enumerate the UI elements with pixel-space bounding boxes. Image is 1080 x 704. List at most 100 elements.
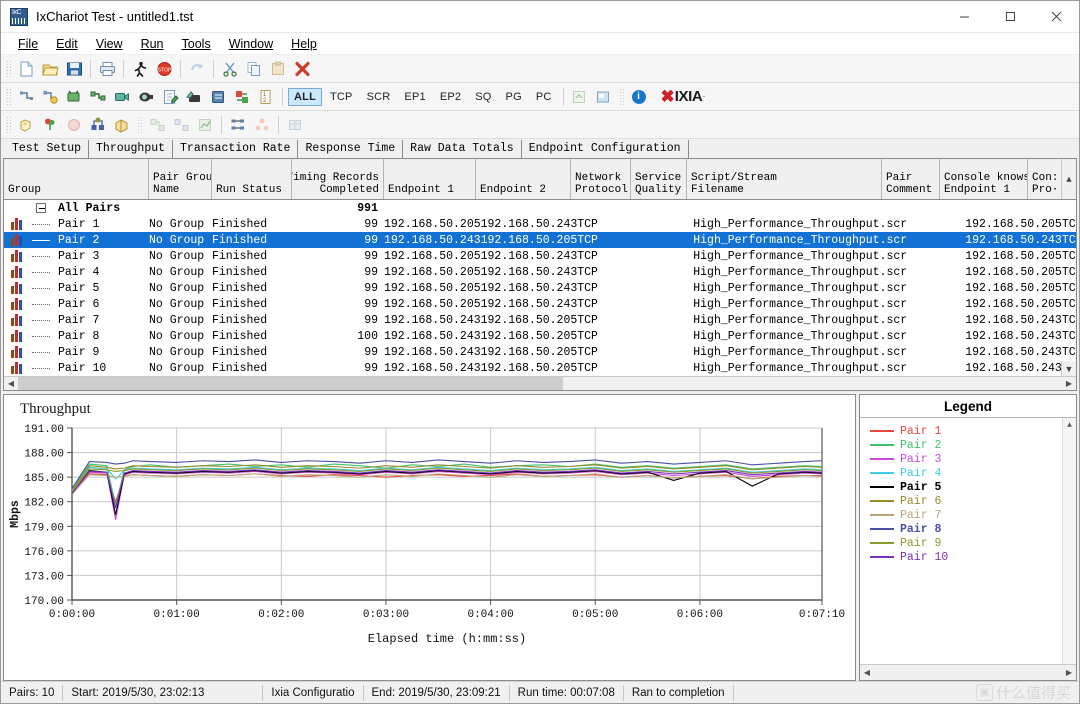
add-voip-pair-icon[interactable] — [134, 85, 158, 109]
import-icon[interactable] — [592, 85, 616, 109]
add-pair-icon[interactable] — [14, 85, 38, 109]
col-header-run-status[interactable]: Run Status — [212, 159, 292, 199]
col-header-pair-group-name[interactable]: Pair Group Name — [149, 159, 212, 199]
hscroll-track[interactable] — [18, 377, 1062, 390]
tree-view-icon[interactable] — [226, 113, 250, 137]
menu-edit[interactable]: Edit — [47, 35, 87, 53]
legend-item[interactable]: Pair 7 — [870, 508, 1076, 522]
table-row[interactable]: Pair 3 No Group Finished 99 192.168.50.205 19… — [4, 248, 1076, 264]
col-header-network-protocol[interactable]: Network Protocol — [571, 159, 631, 199]
legend-item[interactable]: Pair 2 — [870, 438, 1076, 452]
col-header-timing-records[interactable]: Timing Records Completed — [292, 159, 384, 199]
table-row[interactable]: Pair 1 No Group Finished 99 192.168.50.205 19… — [4, 216, 1076, 232]
col-header-endpoint-2[interactable]: Endpoint 2 — [476, 159, 571, 199]
add-video-pair-icon[interactable] — [110, 85, 134, 109]
legend-item[interactable]: Pair 8 — [870, 522, 1076, 536]
save-disk-icon[interactable] — [62, 57, 86, 81]
legend-item[interactable]: Pair 4 — [870, 466, 1076, 480]
legend-scroll-left-arrow[interactable]: ◀ — [860, 668, 874, 677]
toolbar-grip[interactable] — [6, 87, 11, 106]
toolbar-grip[interactable] — [6, 115, 11, 134]
table-row[interactable]: Pair 9 No Group Finished 99 192.168.50.243 19… — [4, 344, 1076, 360]
run-test-icon[interactable] — [128, 57, 152, 81]
info-icon[interactable]: i — [627, 85, 651, 109]
menu-run[interactable]: Run — [132, 35, 173, 53]
chart-icon3[interactable] — [193, 113, 217, 137]
menu-file[interactable]: File — [9, 35, 47, 53]
col-header-group[interactable]: Group — [4, 159, 149, 199]
add-multicast-pair-icon[interactable] — [62, 85, 86, 109]
filter-pg[interactable]: PG — [500, 88, 528, 106]
menu-tools[interactable]: Tools — [173, 35, 220, 53]
tab-throughput[interactable]: Throughput — [89, 140, 174, 158]
open-folder-icon[interactable] — [38, 57, 62, 81]
table-row[interactable]: Pair 7 No Group Finished 99 192.168.50.243 19… — [4, 312, 1076, 328]
legend-item[interactable]: Pair 6 — [870, 494, 1076, 508]
col-header-service-quality[interactable]: Service Quality — [631, 159, 687, 199]
table-row[interactable]: Pair 6 No Group Finished 99 192.168.50.205 19… — [4, 296, 1076, 312]
table-row[interactable]: Pair 5 No Group Finished 99 192.168.50.205 19… — [4, 280, 1076, 296]
table-scroll-down-button[interactable]: ▼ — [1061, 361, 1076, 376]
refresh-icon[interactable] — [185, 57, 209, 81]
paste-icon[interactable] — [266, 57, 290, 81]
menu-view[interactable]: View — [87, 35, 132, 53]
legend-item[interactable]: Pair 1 — [870, 424, 1076, 438]
tab-response-time[interactable]: Response Time — [298, 140, 404, 158]
table-row[interactable]: Pair 2 No Group Finished 99 192.168.50.243 19… — [4, 232, 1076, 248]
filter-tcp[interactable]: TCP — [324, 88, 359, 106]
col-header-console-knows-endpoint-1[interactable]: Console knows Endpoint 1 — [940, 159, 1028, 199]
filter-all[interactable]: ALL — [288, 87, 322, 106]
legend-scrollbar[interactable]: ▲ — [1062, 418, 1076, 664]
cut-scissors-icon[interactable] — [218, 57, 242, 81]
hscroll-thumb[interactable] — [18, 377, 563, 390]
chart-icon1[interactable] — [145, 113, 169, 137]
tab-endpoint-configuration[interactable]: Endpoint Configuration — [521, 140, 689, 158]
legend-item[interactable]: Pair 5 — [870, 480, 1076, 494]
numbering-icon[interactable]: 12 — [254, 85, 278, 109]
add-multicast-group-icon[interactable] — [86, 85, 110, 109]
filter-scr[interactable]: SCR — [361, 88, 397, 106]
table-row[interactable]: Pair 4 No Group Finished 99 192.168.50.205 19… — [4, 264, 1076, 280]
table-row[interactable]: Pair 10 No Group Finished 99 192.168.50.243 1… — [4, 360, 1076, 376]
legend-item[interactable]: Pair 3 — [870, 452, 1076, 466]
edit-stream-icon[interactable] — [206, 85, 230, 109]
stop-test-icon[interactable]: STOP — [152, 57, 176, 81]
hscroll-right-arrow[interactable]: ▶ — [1062, 377, 1076, 390]
legend-scroll-right-arrow[interactable]: ▶ — [1062, 668, 1076, 677]
add-pair-group-icon[interactable] — [38, 85, 62, 109]
table-scroll-up-button[interactable]: ▲ — [1061, 159, 1076, 199]
col-header-script-stream-filename[interactable]: Script/Stream Filename — [687, 159, 882, 199]
edit-pair-icon[interactable] — [158, 85, 182, 109]
delete-x-icon[interactable] — [290, 57, 314, 81]
legend-scroll-up-arrow[interactable]: ▲ — [1063, 418, 1076, 432]
setup-api-icon[interactable] — [86, 113, 110, 137]
hierarchy-icon[interactable] — [250, 113, 274, 137]
minimize-button[interactable] — [941, 1, 987, 33]
table-row[interactable]: Pair 8 No Group Finished 100 192.168.50.243 1… — [4, 328, 1076, 344]
legend-item[interactable]: Pair 10 — [870, 550, 1076, 564]
validate-icon[interactable] — [38, 113, 62, 137]
throughput-chart[interactable]: 170.00 173.00 176.00 179.00 182.00 185.00 188.… — [4, 418, 856, 648]
filter-ep1[interactable]: EP1 — [398, 88, 431, 106]
filter-pc[interactable]: PC — [530, 88, 558, 106]
table-group-row[interactable]: All Pairs 991 — [4, 200, 1076, 216]
filter-sq[interactable]: SQ — [469, 88, 497, 106]
print-icon[interactable] — [95, 57, 119, 81]
filter-ep2[interactable]: EP2 — [434, 88, 467, 106]
legend-horizontal-scrollbar[interactable]: ◀ ▶ — [860, 664, 1076, 680]
toolbar-grip[interactable] — [6, 59, 11, 78]
col-header-endpoint-1[interactable]: Endpoint 1 — [384, 159, 476, 199]
close-button[interactable] — [1033, 1, 1079, 33]
chart-icon2[interactable] — [169, 113, 193, 137]
run-options-icon[interactable] — [14, 113, 38, 137]
group-pairs-icon[interactable] — [110, 113, 134, 137]
tab-raw-data-totals[interactable]: Raw Data Totals — [403, 140, 522, 158]
hscroll-left-arrow[interactable]: ◀ — [4, 377, 18, 390]
col-header-pair-comment[interactable]: Pair Comment — [882, 159, 940, 199]
menu-window[interactable]: Window — [220, 35, 282, 53]
maximize-button[interactable] — [987, 1, 1033, 33]
table-horizontal-scrollbar[interactable]: ◀ ▶ — [4, 376, 1076, 390]
tab-transaction-rate[interactable]: Transaction Rate — [173, 140, 299, 158]
datagrid-icon[interactable] — [283, 113, 307, 137]
legend-item[interactable]: Pair 9 — [870, 536, 1076, 550]
